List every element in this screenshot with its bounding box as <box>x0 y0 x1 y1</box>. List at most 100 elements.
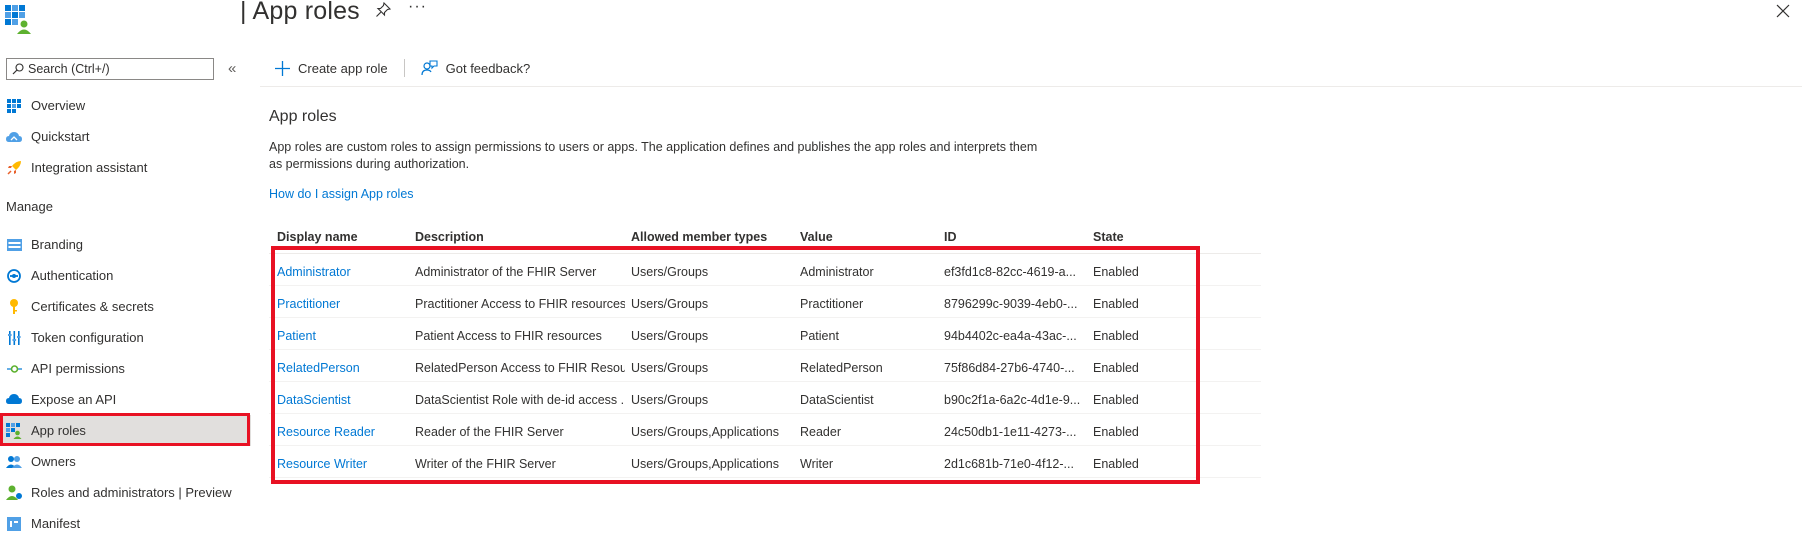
token-icon <box>6 330 22 346</box>
role-display-name-link[interactable]: RelatedPerson <box>277 350 360 381</box>
sidebar-section-manage: Manage <box>6 199 53 214</box>
how-to-assign-app-roles-link[interactable]: How do I assign App roles <box>269 187 414 201</box>
sidebar-item-label: Roles and administrators | Preview <box>31 485 232 500</box>
cloud-icon <box>6 392 22 408</box>
role-description: Patient Access to FHIR resources <box>415 329 602 343</box>
role-display-name-link[interactable]: Resource Writer <box>277 446 367 477</box>
role-id: b90c2f1a-6a2c-4d1e-9... <box>944 393 1081 407</box>
role-value: RelatedPerson <box>800 361 883 375</box>
role-id: 24c50db1-1e11-4273-... <box>944 425 1077 439</box>
sidebar-item-label: Token configuration <box>31 330 144 345</box>
table-row[interactable]: Patient Patient Access to FHIR resources… <box>269 318 1261 350</box>
manifest-icon <box>6 516 22 532</box>
role-display-name-link[interactable]: DataScientist <box>277 382 351 413</box>
rocket-icon <box>6 160 22 176</box>
sidebar-item-label: Authentication <box>31 268 114 283</box>
role-display-name-link[interactable]: Practitioner <box>277 286 340 317</box>
sidebar-item-app-roles[interactable]: App roles <box>0 415 251 446</box>
section-description: App roles are custom roles to assign per… <box>269 139 1069 173</box>
role-state: Enabled <box>1093 393 1139 407</box>
sidebar-item-token-configuration[interactable]: Token configuration <box>0 322 251 353</box>
column-header-id[interactable]: ID <box>944 222 957 252</box>
sidebar-item-expose-an-api[interactable]: Expose an API <box>0 384 251 415</box>
role-description: RelatedPerson Access to FHIR Resou... <box>415 361 625 375</box>
role-value: Patient <box>800 329 839 343</box>
sidebar-item-api-permissions[interactable]: API permissions <box>0 353 251 384</box>
feedback-icon <box>421 59 438 75</box>
table-row[interactable]: DataScientist DataScientist Role with de… <box>269 382 1261 414</box>
role-id: ef3fd1c8-82cc-4619-a... <box>944 265 1077 279</box>
role-member-types: Users/Groups,Applications <box>631 457 779 471</box>
sidebar-item-roles-and-administrators[interactable]: Roles and administrators | Preview <box>0 477 251 508</box>
sidebar-item-branding[interactable]: Branding <box>0 229 251 260</box>
sidebar-item-label: Expose an API <box>31 392 117 407</box>
sidebar-item-authentication[interactable]: Authentication <box>0 260 251 291</box>
role-id: 94b4402c-ea4a-43ac-... <box>944 329 1077 343</box>
table-row[interactable]: Resource Reader Reader of the FHIR Serve… <box>269 414 1261 446</box>
role-state: Enabled <box>1093 361 1139 375</box>
role-member-types: Users/Groups <box>631 329 709 343</box>
role-member-types: Users/Groups <box>631 393 709 407</box>
collapse-sidebar-icon[interactable]: « <box>228 60 236 77</box>
key-icon <box>6 299 22 315</box>
table-row[interactable]: Resource Writer Writer of the FHIR Serve… <box>269 446 1261 478</box>
role-value: Reader <box>800 425 841 439</box>
plus-icon <box>275 60 290 76</box>
role-display-name-link[interactable]: Resource Reader <box>277 414 375 445</box>
owners-icon <box>6 454 22 470</box>
sidebar-item-label: Manifest <box>31 516 81 531</box>
quickstart-icon <box>6 129 22 145</box>
search-box[interactable] <box>6 58 214 80</box>
feedback-label: Got feedback? <box>445 60 531 76</box>
role-member-types: Users/Groups,Applications <box>631 425 779 439</box>
create-app-role-button[interactable]: Create app role <box>275 60 388 76</box>
page-title: | App roles <box>240 0 360 25</box>
sidebar-item-manifest[interactable]: Manifest <box>0 508 251 539</box>
role-value: DataScientist <box>800 393 874 407</box>
feedback-button[interactable]: Got feedback? <box>421 59 531 77</box>
pin-icon[interactable] <box>375 2 391 18</box>
search-icon <box>12 63 24 75</box>
role-member-types: Users/Groups <box>631 265 709 279</box>
role-display-name-link[interactable]: Administrator <box>277 254 351 285</box>
sidebar-item-label: Branding <box>31 237 84 252</box>
column-header-description[interactable]: Description <box>415 222 484 252</box>
column-header-state[interactable]: State <box>1093 222 1124 252</box>
sidebar-item-label: Integration assistant <box>31 160 148 175</box>
role-member-types: Users/Groups <box>631 297 709 311</box>
role-description: Writer of the FHIR Server <box>415 457 556 471</box>
more-options-icon[interactable]: ··· <box>408 0 427 16</box>
role-state: Enabled <box>1093 265 1139 279</box>
search-input[interactable] <box>24 62 208 76</box>
column-header-value[interactable]: Value <box>800 222 833 252</box>
sidebar-item-integration-assistant[interactable]: Integration assistant <box>0 152 251 183</box>
sidebar-item-label: Quickstart <box>31 129 90 144</box>
sidebar-item-overview[interactable]: Overview <box>0 90 251 121</box>
sidebar-item-label: API permissions <box>31 361 125 376</box>
section-title: App roles <box>269 108 337 125</box>
role-id: 2d1c681b-71e0-4f12-... <box>944 457 1074 471</box>
sidebar-item-label: Overview <box>31 98 86 113</box>
column-header-display-name[interactable]: Display name <box>277 222 358 252</box>
branding-icon <box>6 237 22 253</box>
authentication-icon <box>6 268 22 284</box>
role-state: Enabled <box>1093 457 1139 471</box>
app-roles-icon <box>6 422 22 439</box>
role-value: Administrator <box>800 265 874 279</box>
role-state: Enabled <box>1093 425 1139 439</box>
overview-icon <box>6 98 22 114</box>
sidebar-item-owners[interactable]: Owners <box>0 446 251 477</box>
create-app-role-label: Create app role <box>298 60 388 76</box>
sidebar-item-label: Certificates & secrets <box>31 299 154 314</box>
sidebar-item-quickstart[interactable]: Quickstart <box>0 121 251 152</box>
role-description: Practitioner Access to FHIR resources <box>415 297 625 311</box>
role-id: 8796299c-9039-4eb0-... <box>944 297 1078 311</box>
sidebar-item-certificates-secrets[interactable]: Certificates & secrets <box>0 291 251 322</box>
table-row[interactable]: RelatedPerson RelatedPerson Access to FH… <box>269 350 1261 382</box>
close-icon[interactable] <box>1775 3 1791 19</box>
table-row[interactable]: Practitioner Practitioner Access to FHIR… <box>269 286 1261 318</box>
role-display-name-link[interactable]: Patient <box>277 318 316 349</box>
app-registration-logo-icon <box>5 5 31 34</box>
table-row[interactable]: Administrator Administrator of the FHIR … <box>269 254 1261 286</box>
column-header-allowed-member-types[interactable]: Allowed member types <box>631 222 767 252</box>
